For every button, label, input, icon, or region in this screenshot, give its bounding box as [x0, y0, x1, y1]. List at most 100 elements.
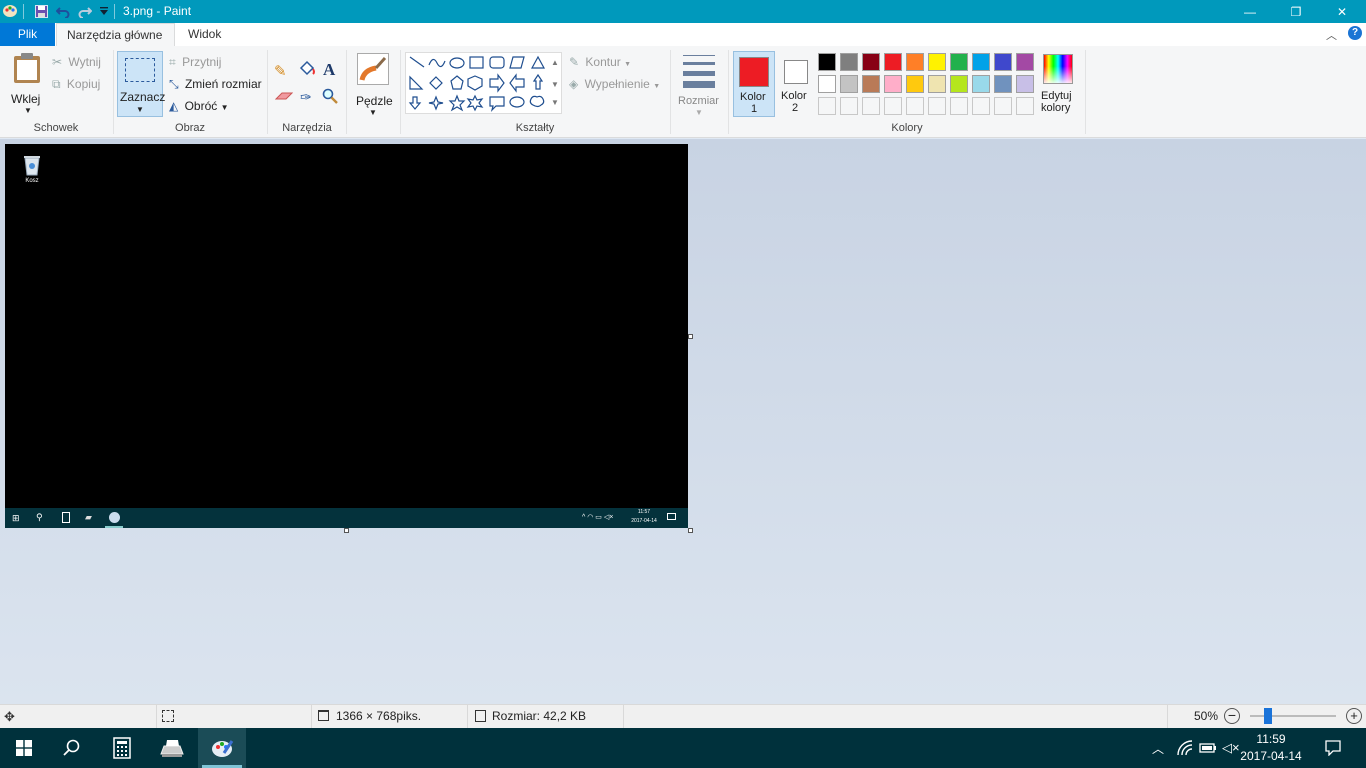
palette-swatch-empty[interactable]	[840, 97, 858, 115]
paint-app-icon[interactable]	[2, 3, 18, 19]
scroll-up-icon[interactable]: ▲	[551, 58, 559, 67]
clock-time[interactable]: 11:59	[1244, 732, 1298, 746]
palette-swatch-empty[interactable]	[994, 97, 1012, 115]
palette-swatch[interactable]	[928, 75, 946, 93]
resize-handle-corner[interactable]	[688, 528, 693, 533]
collapse-ribbon-icon[interactable]: ︿	[1326, 27, 1337, 43]
palette-swatch[interactable]	[950, 53, 968, 71]
pencil-icon[interactable]: ✎	[274, 62, 287, 80]
color1-button[interactable]: Kolor 1	[733, 51, 775, 117]
paste-button[interactable]: Wklej ▼	[6, 50, 48, 116]
zoom-in-button[interactable]: +	[1346, 708, 1362, 724]
fill-button[interactable]: ◈ Wypełnienie ▼	[569, 77, 660, 91]
palette-swatch[interactable]	[818, 53, 836, 71]
zoom-level: 50%	[1194, 709, 1219, 723]
drawing-canvas[interactable]: Kosz ⊞ ⚲ ▰ ^ ◠ ▭ ◁× 11:57 2017-04-14	[5, 144, 688, 528]
group-separator	[1085, 50, 1086, 134]
magnifier-icon[interactable]	[322, 88, 338, 104]
select-button[interactable]: Zaznacz ▼	[117, 51, 165, 117]
palette-swatch[interactable]	[972, 75, 990, 93]
show-hidden-icons-icon[interactable]: ︿	[1152, 740, 1164, 757]
redo-icon[interactable]	[77, 3, 93, 19]
palette-swatch-empty[interactable]	[862, 97, 880, 115]
palette-swatch[interactable]	[950, 75, 968, 93]
palette-swatch[interactable]	[994, 75, 1012, 93]
palette-swatch[interactable]	[884, 75, 902, 93]
palette-swatch[interactable]	[906, 53, 924, 71]
palette-swatch-empty[interactable]	[972, 97, 990, 115]
chevron-down-icon: ▼	[695, 108, 703, 117]
eraser-icon[interactable]	[274, 91, 294, 103]
palette-swatch-empty[interactable]	[906, 97, 924, 115]
rotate-button[interactable]: ◭ Obróć ▼	[169, 99, 229, 113]
restore-button[interactable]: ❐	[1273, 0, 1319, 23]
palette-swatch[interactable]	[862, 53, 880, 71]
expand-gallery-icon[interactable]: ▼	[551, 98, 559, 107]
printer-taskbar-button[interactable]	[148, 728, 196, 768]
resize-button[interactable]: ⤡ Zmień rozmiar	[169, 77, 262, 92]
edit-colors-button[interactable]: Edytuj kolory	[1040, 51, 1076, 117]
palette-swatch[interactable]	[1016, 75, 1034, 93]
palette-swatch-empty[interactable]	[1016, 97, 1034, 115]
color2-swatch	[784, 60, 808, 84]
volume-muted-icon[interactable]: ◁×	[1222, 740, 1240, 756]
canvas-workspace[interactable]: Kosz ⊞ ⚲ ▰ ^ ◠ ▭ ◁× 11:57 2017-04-14	[0, 139, 1366, 704]
minimize-button[interactable]: —	[1227, 0, 1273, 23]
wifi-icon[interactable]	[1176, 739, 1194, 757]
clock-date[interactable]: 2017-04-14	[1240, 749, 1302, 763]
size-line-icon	[683, 62, 715, 65]
color-picker-icon[interactable]: ✑	[300, 89, 312, 106]
palette-swatch[interactable]	[994, 53, 1012, 71]
battery-icon[interactable]	[1199, 741, 1217, 755]
notifications-icon[interactable]	[1325, 740, 1341, 757]
zoom-slider-track[interactable]	[1250, 715, 1336, 717]
paste-label: Wklej	[11, 92, 41, 106]
palette-swatch[interactable]	[862, 75, 880, 93]
customize-icon[interactable]	[96, 3, 112, 19]
outline-button[interactable]: ✎ Kontur ▼	[569, 55, 631, 69]
resize-handle-right[interactable]	[688, 334, 693, 339]
palette-swatch[interactable]	[884, 53, 902, 71]
crop-button[interactable]: ⌗ Przytnij	[169, 55, 221, 70]
close-button[interactable]: ✕	[1319, 0, 1365, 23]
palette-swatch[interactable]	[840, 53, 858, 71]
scroll-down-icon[interactable]: ▼	[551, 80, 559, 89]
copy-button[interactable]: ⧉ Kopiuj	[52, 77, 100, 92]
paint-taskbar-button[interactable]	[198, 728, 246, 768]
save-icon[interactable]	[33, 3, 49, 19]
fill-label: Wypełnienie	[584, 77, 650, 91]
shapes-gallery[interactable]	[405, 52, 562, 114]
undo-icon[interactable]	[55, 3, 71, 19]
palette-swatch-empty[interactable]	[818, 97, 836, 115]
palette-swatch[interactable]	[906, 75, 924, 93]
search-button[interactable]	[48, 728, 96, 768]
help-icon[interactable]: ?	[1348, 26, 1362, 40]
brushes-button[interactable]: Pędzle ▼	[352, 51, 394, 117]
zoom-slider-thumb[interactable]	[1264, 708, 1273, 724]
group-label-colors: Kolory	[891, 122, 923, 134]
cut-button[interactable]: ✂ Wytnij	[52, 55, 101, 69]
zoom-out-button[interactable]: −	[1224, 708, 1240, 724]
calculator-taskbar-button[interactable]	[98, 728, 146, 768]
fill-bucket-icon[interactable]	[298, 60, 316, 78]
color2-button[interactable]: Kolor 2	[777, 51, 815, 117]
chevron-down-icon: ▼	[136, 105, 144, 114]
tab-home[interactable]: Narzędzia główne	[56, 23, 175, 46]
size-line-icon	[683, 55, 715, 56]
palette-swatch-empty[interactable]	[884, 97, 902, 115]
windows-taskbar: ︿ ◁× 11:59 2017-04-14	[0, 728, 1366, 768]
tab-file[interactable]: Plik	[0, 23, 55, 46]
palette-swatch-empty[interactable]	[928, 97, 946, 115]
palette-swatch[interactable]	[840, 75, 858, 93]
brush-icon	[357, 53, 389, 85]
palette-swatch[interactable]	[818, 75, 836, 93]
palette-swatch[interactable]	[972, 53, 990, 71]
text-tool-icon[interactable]: A	[323, 60, 335, 80]
palette-swatch-empty[interactable]	[950, 97, 968, 115]
palette-swatch[interactable]	[1016, 53, 1034, 71]
start-button[interactable]	[0, 728, 48, 768]
size-button[interactable]: Rozmiar ▼	[676, 51, 722, 117]
tab-view[interactable]: Widok	[178, 23, 231, 46]
resize-handle-bottom[interactable]	[344, 528, 349, 533]
palette-swatch[interactable]	[928, 53, 946, 71]
